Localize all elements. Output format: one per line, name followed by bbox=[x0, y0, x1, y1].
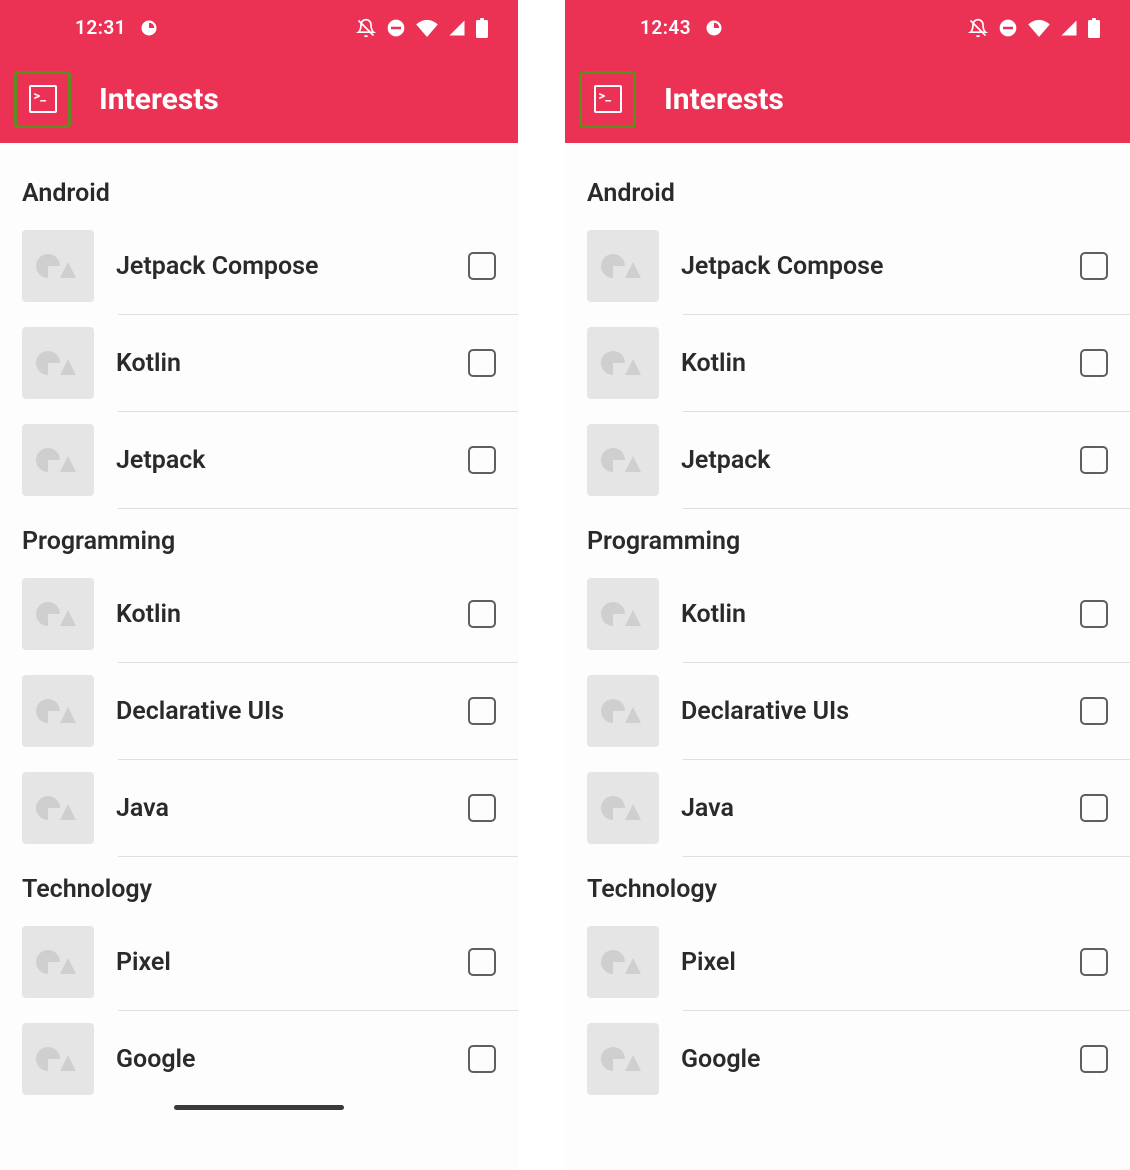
list-item[interactable]: Java bbox=[565, 760, 1130, 856]
image-placeholder-icon bbox=[22, 578, 94, 650]
clock-icon bbox=[705, 19, 723, 37]
status-time: 12:31 bbox=[75, 16, 126, 39]
list-item[interactable]: Pixel bbox=[0, 914, 518, 1010]
checkbox[interactable] bbox=[1080, 697, 1108, 725]
section-header: Programming bbox=[0, 509, 518, 566]
image-placeholder-icon bbox=[22, 926, 94, 998]
list-item-label: Jetpack Compose bbox=[681, 252, 1058, 281]
image-placeholder-icon bbox=[587, 424, 659, 496]
checkbox[interactable] bbox=[468, 1045, 496, 1073]
image-placeholder-icon bbox=[587, 578, 659, 650]
list-item[interactable]: Jetpack Compose bbox=[565, 218, 1130, 314]
list-item-label: Kotlin bbox=[116, 600, 446, 629]
checkbox[interactable] bbox=[468, 600, 496, 628]
image-placeholder-icon bbox=[587, 327, 659, 399]
checkbox[interactable] bbox=[1080, 948, 1108, 976]
menu-button[interactable] bbox=[579, 71, 636, 128]
cellular-icon bbox=[448, 19, 466, 37]
list-item-label: Jetpack Compose bbox=[116, 252, 446, 281]
statusbar: 12:43 bbox=[565, 0, 1130, 55]
dnd-off-icon bbox=[968, 18, 988, 38]
battery-icon bbox=[1088, 18, 1100, 38]
image-placeholder-icon bbox=[22, 230, 94, 302]
list-item-label: Kotlin bbox=[116, 349, 446, 378]
list-item[interactable]: Kotlin bbox=[565, 566, 1130, 662]
list-item-label: Declarative UIs bbox=[116, 697, 446, 726]
terminal-icon bbox=[594, 85, 622, 113]
checkbox[interactable] bbox=[1080, 600, 1108, 628]
dnd-off-icon bbox=[356, 18, 376, 38]
checkbox[interactable] bbox=[1080, 349, 1108, 377]
list-item[interactable]: Jetpack bbox=[565, 412, 1130, 508]
list-item-label: Kotlin bbox=[681, 600, 1058, 629]
section-header: Technology bbox=[0, 857, 518, 914]
clock-icon bbox=[140, 19, 158, 37]
appbar: Interests bbox=[565, 55, 1130, 143]
section-header: Android bbox=[0, 161, 518, 218]
list-item-label: Google bbox=[681, 1045, 1058, 1074]
list-item[interactable]: Jetpack Compose bbox=[0, 218, 518, 314]
image-placeholder-icon bbox=[587, 926, 659, 998]
list-item[interactable]: Google bbox=[565, 1011, 1130, 1107]
page-title: Interests bbox=[664, 82, 784, 117]
list-item[interactable]: Kotlin bbox=[0, 566, 518, 662]
image-placeholder-icon bbox=[587, 1023, 659, 1095]
list-item-label: Jetpack bbox=[116, 446, 446, 475]
list-item-label: Kotlin bbox=[681, 349, 1058, 378]
phone-screen-left: 12:31 Interests bbox=[0, 0, 518, 1170]
image-placeholder-icon bbox=[587, 675, 659, 747]
list-item[interactable]: Pixel bbox=[565, 914, 1130, 1010]
dnd-icon bbox=[386, 18, 406, 38]
checkbox[interactable] bbox=[468, 349, 496, 377]
list-item-label: Java bbox=[681, 794, 1058, 823]
dnd-icon bbox=[998, 18, 1018, 38]
list-item[interactable]: Declarative UIs bbox=[565, 663, 1130, 759]
interests-list[interactable]: Android Jetpack Compose Kotlin Jetpack Progr… bbox=[0, 143, 518, 1107]
checkbox[interactable] bbox=[468, 697, 496, 725]
terminal-icon bbox=[29, 85, 57, 113]
appbar: Interests bbox=[0, 55, 518, 143]
checkbox[interactable] bbox=[1080, 1045, 1108, 1073]
image-placeholder-icon bbox=[22, 424, 94, 496]
battery-icon bbox=[476, 18, 488, 38]
checkbox[interactable] bbox=[1080, 794, 1108, 822]
list-item-label: Java bbox=[116, 794, 446, 823]
image-placeholder-icon bbox=[22, 327, 94, 399]
checkbox[interactable] bbox=[468, 252, 496, 280]
list-item[interactable]: Kotlin bbox=[565, 315, 1130, 411]
checkbox[interactable] bbox=[1080, 252, 1108, 280]
checkbox[interactable] bbox=[468, 948, 496, 976]
section-header: Technology bbox=[565, 857, 1130, 914]
home-indicator[interactable] bbox=[174, 1105, 344, 1110]
list-item-label: Google bbox=[116, 1045, 446, 1074]
page-title: Interests bbox=[99, 82, 219, 117]
interests-list[interactable]: Android Jetpack Compose Kotlin Jetpack Progr… bbox=[565, 143, 1130, 1107]
wifi-icon bbox=[1028, 19, 1050, 37]
list-item[interactable]: Declarative UIs bbox=[0, 663, 518, 759]
checkbox[interactable] bbox=[468, 446, 496, 474]
list-item[interactable]: Java bbox=[0, 760, 518, 856]
status-time: 12:43 bbox=[640, 16, 691, 39]
checkbox[interactable] bbox=[468, 794, 496, 822]
cellular-icon bbox=[1060, 19, 1078, 37]
list-item-label: Jetpack bbox=[681, 446, 1058, 475]
list-item[interactable]: Jetpack bbox=[0, 412, 518, 508]
phone-screen-right: 12:43 Interests bbox=[565, 0, 1130, 1170]
list-item[interactable]: Kotlin bbox=[0, 315, 518, 411]
list-item-label: Declarative UIs bbox=[681, 697, 1058, 726]
image-placeholder-icon bbox=[22, 1023, 94, 1095]
image-placeholder-icon bbox=[22, 675, 94, 747]
menu-button[interactable] bbox=[14, 71, 71, 128]
image-placeholder-icon bbox=[587, 772, 659, 844]
statusbar: 12:31 bbox=[0, 0, 518, 55]
wifi-icon bbox=[416, 19, 438, 37]
checkbox[interactable] bbox=[1080, 446, 1108, 474]
section-header: Programming bbox=[565, 509, 1130, 566]
list-item[interactable]: Google bbox=[0, 1011, 518, 1107]
image-placeholder-icon bbox=[587, 230, 659, 302]
section-header: Android bbox=[565, 161, 1130, 218]
image-placeholder-icon bbox=[22, 772, 94, 844]
list-item-label: Pixel bbox=[116, 948, 446, 977]
list-item-label: Pixel bbox=[681, 948, 1058, 977]
